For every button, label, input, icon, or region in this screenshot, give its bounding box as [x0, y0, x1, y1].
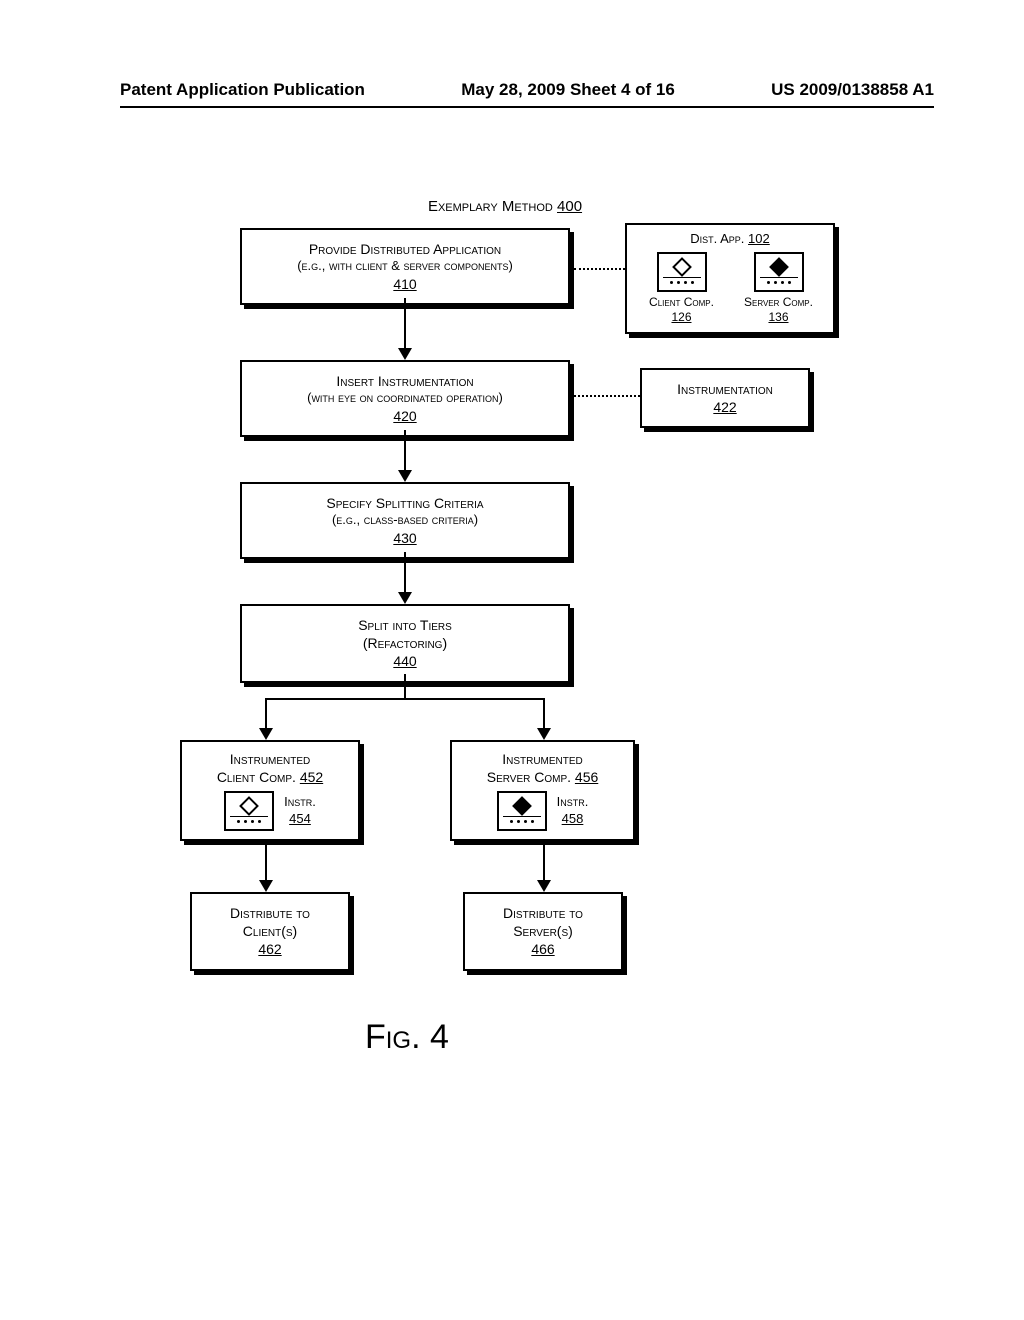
- diamond-open-icon: [672, 257, 692, 277]
- box410-line1: Provide Distributed Application: [250, 240, 560, 258]
- box410-num: 410: [250, 275, 560, 293]
- server-comp-num: 136: [732, 310, 825, 326]
- box456-instr: Instr. 458: [557, 794, 589, 828]
- box452-prefix: Client Comp.: [217, 769, 296, 785]
- box456-prefix: Server Comp.: [487, 769, 571, 785]
- box440-line2: (Refactoring): [250, 634, 560, 652]
- box-specify-splitting-criteria: Specify Splitting Criteria (e.g., class-…: [240, 482, 570, 559]
- server-comp-label: Server Comp.: [732, 295, 825, 311]
- header-center: May 28, 2009 Sheet 4 of 16: [461, 80, 675, 100]
- server-comp-label-group: Server Comp. 136: [732, 295, 825, 326]
- client-comp-label-group: Client Comp. 126: [635, 295, 728, 326]
- box430-line1: Specify Splitting Criteria: [250, 494, 560, 512]
- box430-line2: (e.g., class-based criteria): [250, 512, 560, 529]
- box456-line2: Server Comp. 456: [458, 768, 627, 786]
- instrumentation-label: Instrumentation: [650, 380, 800, 398]
- diagram-title-text: Exemplary Method: [428, 198, 553, 215]
- box456-num: 456: [575, 769, 598, 785]
- box462-line2: Client(s): [200, 922, 340, 940]
- box-instrumented-client-comp: Instrumented Client Comp. 452 Instr. 454: [180, 740, 360, 841]
- box452-instr: Instr. 454: [284, 794, 316, 828]
- header-left: Patent Application Publication: [120, 80, 365, 100]
- box456-instr-num: 458: [557, 811, 589, 828]
- box-insert-instrumentation: Insert Instrumentation (with eye on coor…: [240, 360, 570, 437]
- box466-line1: Distribute to: [473, 904, 613, 922]
- dist-app-title-text: Dist. App.: [690, 231, 744, 246]
- box452-instr-num: 454: [284, 811, 316, 828]
- box462-line1: Distribute to: [200, 904, 340, 922]
- client-comp-icon-452: [224, 791, 274, 831]
- diamond-open-icon: [239, 796, 259, 816]
- box452-num: 452: [300, 769, 323, 785]
- box420-line1: Insert Instrumentation: [250, 372, 560, 390]
- box456-instr-label: Instr.: [557, 794, 589, 811]
- box-instrumented-server-comp: Instrumented Server Comp. 456 Instr. 458: [450, 740, 635, 841]
- box440-line1: Split into Tiers: [250, 616, 560, 634]
- box462-num: 462: [200, 940, 340, 958]
- box452-instr-label: Instr.: [284, 794, 316, 811]
- header-right: US 2009/0138858 A1: [771, 80, 934, 100]
- server-comp-icon-456: [497, 791, 547, 831]
- dist-app-title: Dist. App. 102: [633, 231, 827, 248]
- box456-line1: Instrumented: [458, 750, 627, 768]
- client-comp-icon: [657, 252, 707, 292]
- dist-app-title-num: 102: [748, 231, 770, 246]
- box466-line2: Server(s): [473, 922, 613, 940]
- diagram-title-num: 400: [557, 198, 582, 215]
- box420-line2: (with eye on coordinated operation): [250, 390, 560, 407]
- page-header: Patent Application Publication May 28, 2…: [120, 80, 934, 108]
- connector-dotted-420: [574, 395, 640, 397]
- diagram-title: Exemplary Method 400: [375, 198, 635, 215]
- connector-dotted-410: [574, 268, 625, 270]
- diamond-filled-icon: [512, 796, 532, 816]
- box440-num: 440: [250, 652, 560, 670]
- box-dist-app: Dist. App. 102 Client Comp. 126: [625, 223, 835, 334]
- box-instrumentation: Instrumentation 422: [640, 368, 810, 428]
- box430-num: 430: [250, 529, 560, 547]
- box-provide-distributed-app: Provide Distributed Application (e.g., w…: [240, 228, 570, 305]
- box-distribute-to-servers: Distribute to Server(s) 466: [463, 892, 623, 971]
- box466-num: 466: [473, 940, 613, 958]
- box-distribute-to-clients: Distribute to Client(s) 462: [190, 892, 350, 971]
- box420-num: 420: [250, 407, 560, 425]
- server-comp-icon: [754, 252, 804, 292]
- instrumentation-num: 422: [650, 398, 800, 416]
- client-comp-label: Client Comp.: [635, 295, 728, 311]
- box410-line2: (e.g., with client & server components): [250, 258, 560, 275]
- diamond-filled-icon: [769, 257, 789, 277]
- client-comp-num: 126: [635, 310, 728, 326]
- figure-label: Fig. 4: [365, 1018, 449, 1057]
- flowchart-diagram: Exemplary Method 400 Provide Distributed…: [155, 198, 895, 1178]
- box452-line1: Instrumented: [188, 750, 352, 768]
- box452-line2: Client Comp. 452: [188, 768, 352, 786]
- box-split-into-tiers: Split into Tiers (Refactoring) 440: [240, 604, 570, 683]
